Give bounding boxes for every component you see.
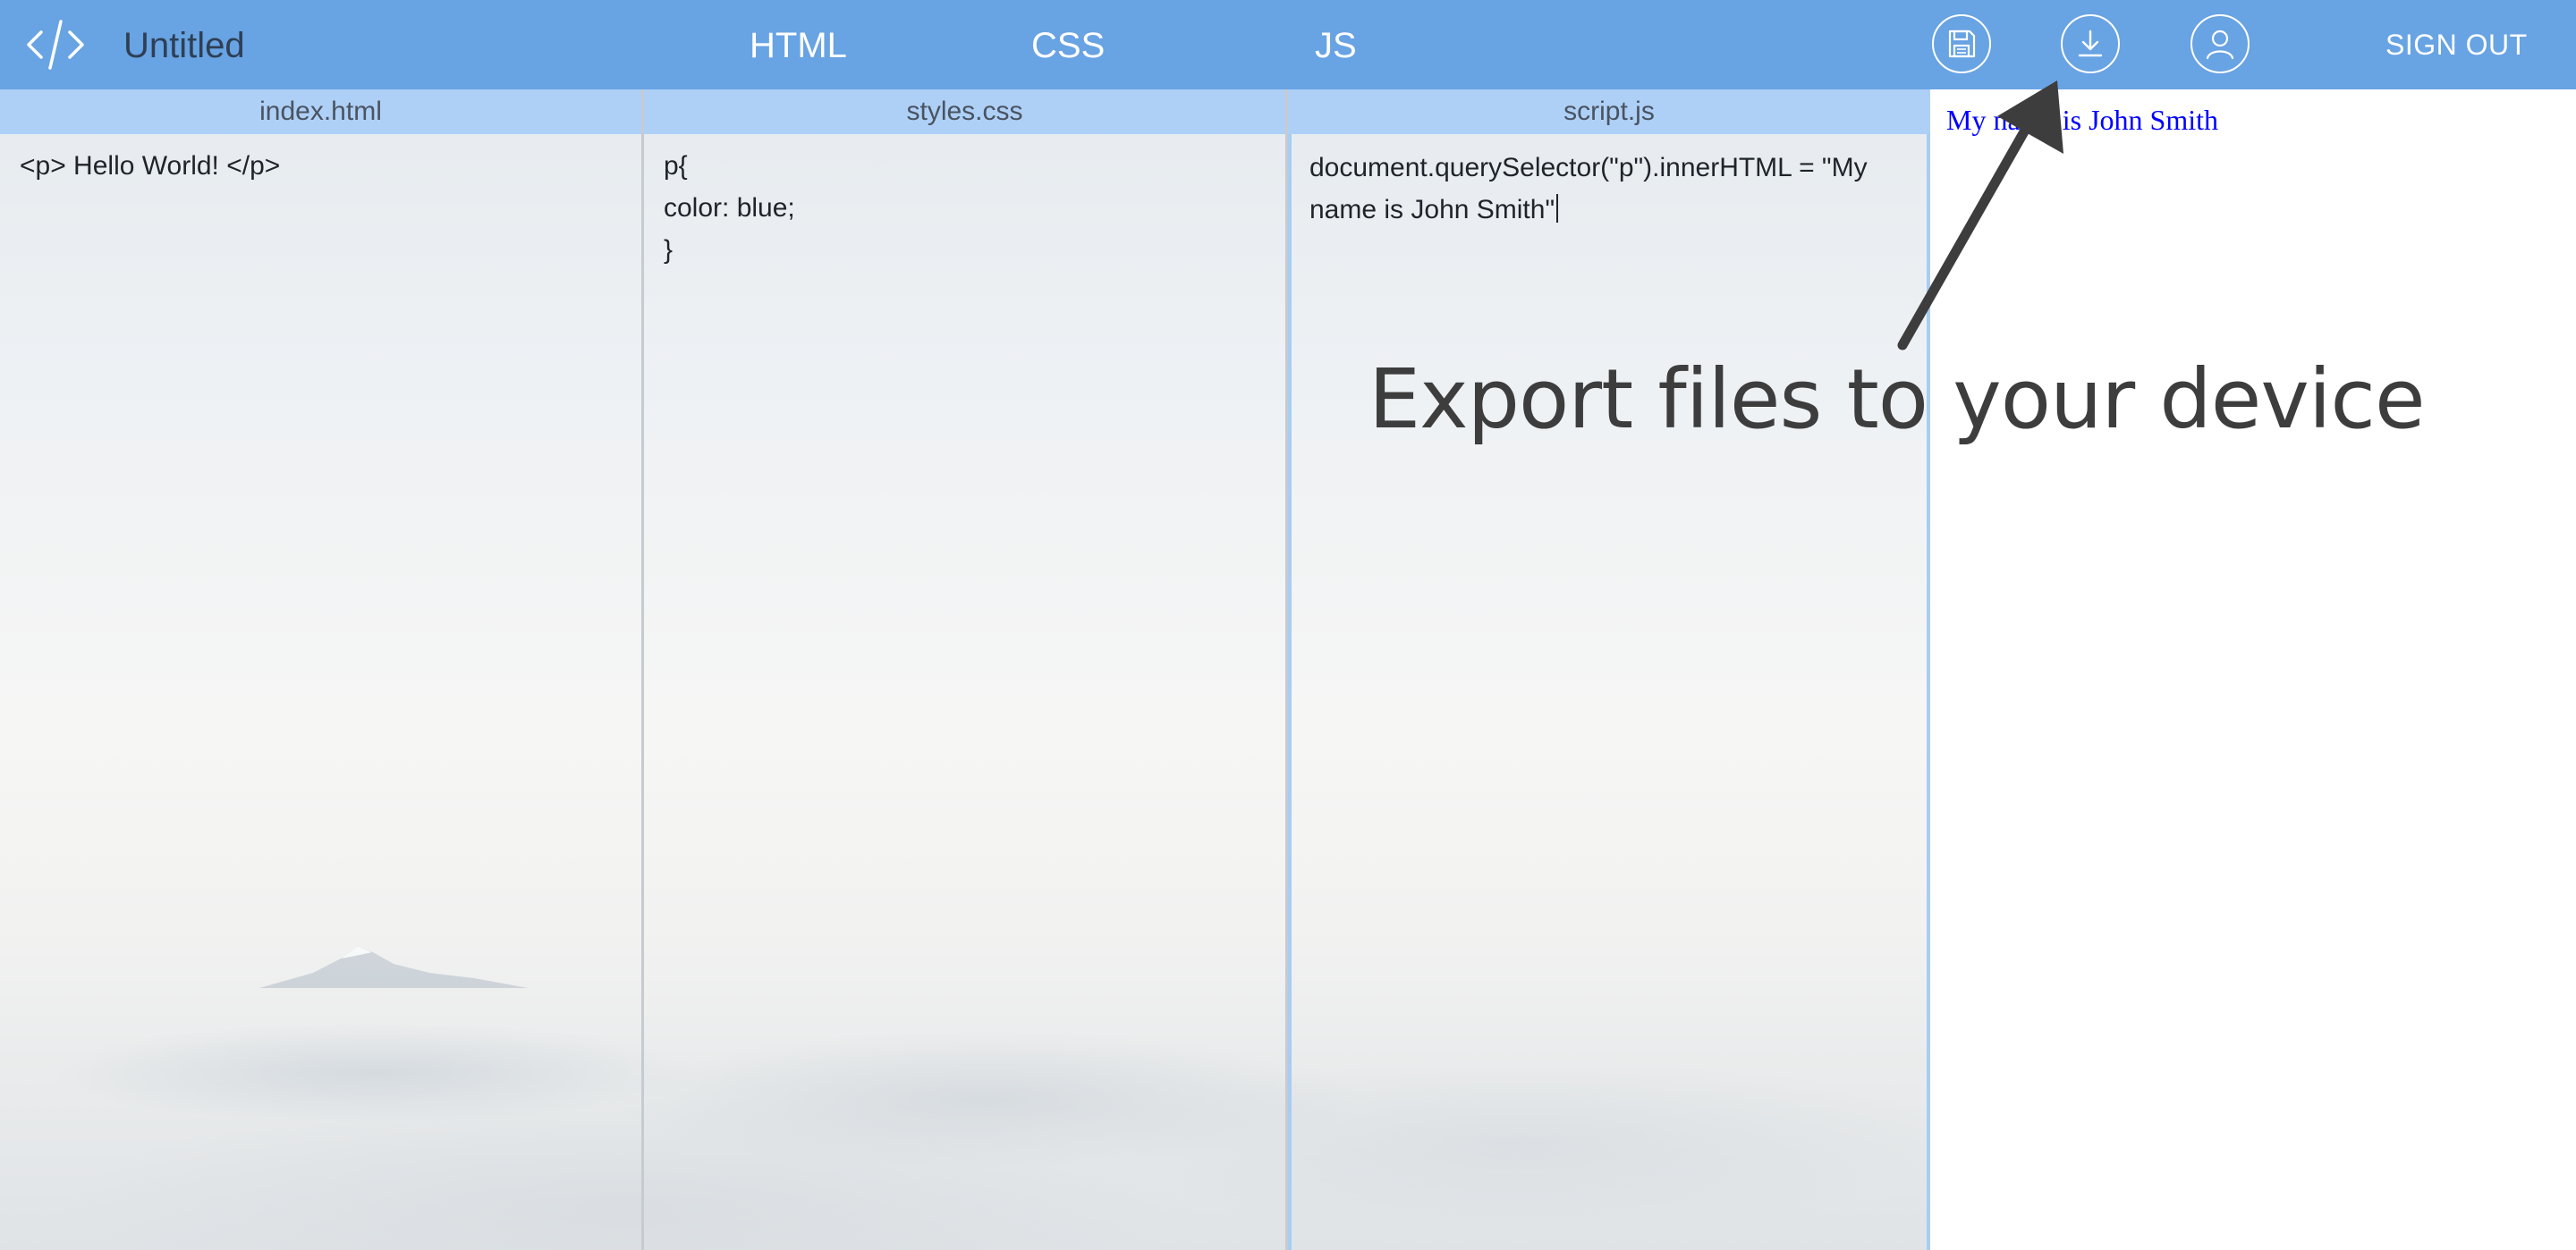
- top-bar: Untitled HTML CSS JS SIGN OUT: [0, 0, 2576, 89]
- tab-css[interactable]: CSS: [1031, 23, 1105, 68]
- css-code-input[interactable]: p{ color: blue; }: [664, 145, 1258, 271]
- code-logo-icon[interactable]: [23, 13, 88, 77]
- tutorial-caption: Export files to your device: [1368, 351, 2426, 447]
- js-code-text: document.querySelector("p").innerHTML = …: [1309, 153, 1875, 224]
- html-code-input[interactable]: <p> Hello World! </p>: [20, 145, 614, 187]
- js-code-input[interactable]: document.querySelector("p").innerHTML = …: [1309, 147, 1900, 231]
- sign-out-button[interactable]: SIGN OUT: [2385, 25, 2528, 64]
- tab-html[interactable]: HTML: [750, 23, 847, 68]
- html-file-tab[interactable]: index.html: [0, 89, 641, 134]
- css-editor-pane: styles.css p{ color: blue; }: [644, 89, 1288, 1250]
- css-file-tab[interactable]: styles.css: [644, 89, 1285, 134]
- download-icon: [2078, 30, 2103, 57]
- project-title[interactable]: Untitled: [123, 23, 245, 68]
- html-editor-pane: index.html <p> Hello World! </p>: [0, 89, 644, 1250]
- floppy-disk-icon: [1948, 30, 1976, 58]
- download-button[interactable]: [2061, 14, 2120, 73]
- code-editor-app: Untitled HTML CSS JS SIGN OUT index.html…: [0, 0, 2576, 1250]
- account-button[interactable]: [2190, 14, 2250, 73]
- tutorial-arrow-icon: [1897, 80, 2063, 351]
- tab-js[interactable]: JS: [1315, 23, 1357, 68]
- save-button[interactable]: [1932, 14, 1991, 73]
- text-cursor: [1556, 194, 1559, 223]
- js-editor-pane: script.js document.querySelector("p").in…: [1288, 89, 1930, 1250]
- editor-area: index.html <p> Hello World! </p> styles.…: [0, 89, 1930, 1250]
- js-file-tab[interactable]: script.js: [1288, 89, 1930, 134]
- user-icon: [2206, 30, 2234, 60]
